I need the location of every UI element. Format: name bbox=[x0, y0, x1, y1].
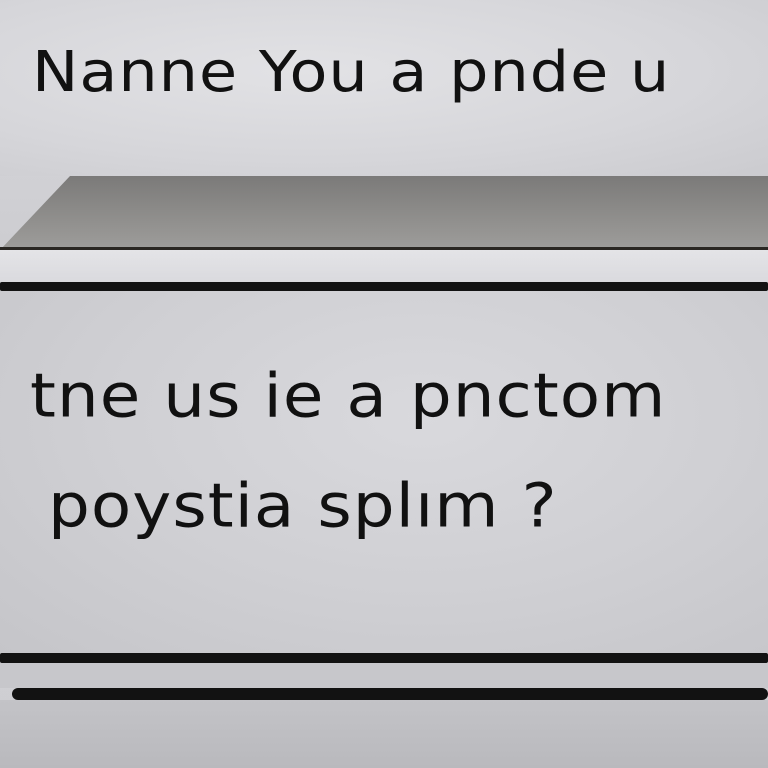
body-text-line-1: tne us ie a pnctom bbox=[30, 360, 667, 432]
bottom-band bbox=[0, 663, 768, 688]
lower-rule bbox=[12, 688, 768, 700]
top-rule bbox=[0, 282, 768, 291]
light-strip bbox=[0, 250, 768, 282]
bottom-rule bbox=[0, 653, 768, 663]
shelf-divider bbox=[0, 176, 768, 250]
heading-text: Nanne You a pnde u bbox=[32, 38, 671, 105]
body-text-line-2: poystia splım ? bbox=[48, 470, 558, 542]
bottom-panel bbox=[0, 700, 768, 768]
